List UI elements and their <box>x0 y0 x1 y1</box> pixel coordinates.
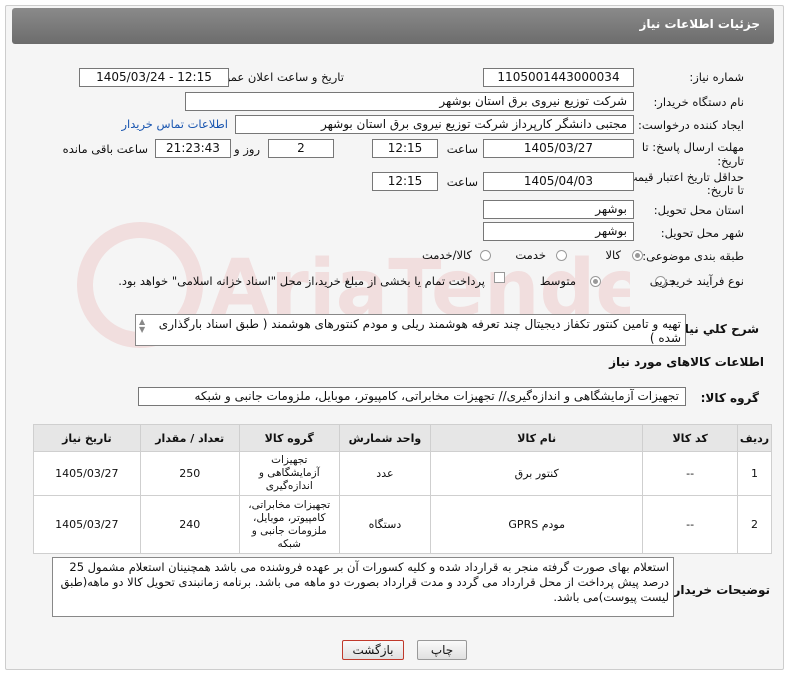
reply-deadline-label: مهلت ارسال پاسخ: تا <box>641 140 744 154</box>
cell-code: -- <box>642 495 738 554</box>
city-label: شهر محل تحویل: <box>660 226 744 240</box>
price-validity-label-2: تا تاریخ: <box>706 183 744 197</box>
cell-row: 1 <box>736 451 773 496</box>
days-label: روز و <box>234 142 260 156</box>
province-label: استان محل تحویل: <box>653 203 744 217</box>
cell-name: مودم GPRS <box>430 495 644 554</box>
goods-section-title: اطلاعات کالاهای مورد نیاز <box>609 355 764 369</box>
reply-time-label: ساعت <box>446 142 478 156</box>
cell-unit: دستگاه <box>338 495 432 554</box>
days-field: 2 <box>268 139 334 158</box>
goods-group-label: گروه کالا: <box>700 391 759 405</box>
cell-row: 2 <box>736 495 773 554</box>
city-field: بوشهر <box>483 222 634 241</box>
col-date: تاریخ نیاز <box>33 424 141 452</box>
cell-date: 1405/03/27 <box>33 495 141 554</box>
col-unit: واحد شمارش <box>338 424 432 452</box>
price-validity-time-field: 12:15 <box>372 172 438 191</box>
print-button[interactable]: چاپ <box>417 640 467 660</box>
scroll-arrows-icon[interactable]: ▲ ▼ <box>139 318 145 334</box>
announce-field: 1405/03/24 - 12:15 <box>79 68 229 87</box>
cell-group: تجهیزات مخابراتی، کامپیوتر، موبایل، ملزو… <box>238 495 340 554</box>
buyer-notes-textarea[interactable]: استعلام بهای صورت گرفته منجر به قرارداد … <box>52 557 674 617</box>
buyer-org-field: شرکت توزیع نیروی برق استان بوشهر <box>185 92 634 111</box>
col-row: ردیف <box>736 424 773 452</box>
cell-group: تجهیزات آزمایشگاهی و اندازه‌گیری <box>238 451 340 496</box>
col-name: نام کالا <box>430 424 644 452</box>
category-label: طبقه بندی موضوعی: <box>642 249 744 263</box>
need-number-label: شماره نیاز: <box>689 70 744 84</box>
need-number-field: 1105001443000034 <box>483 68 634 87</box>
cell-name: کنتور برق <box>430 451 644 496</box>
col-qty: تعداد / مقدار <box>139 424 240 452</box>
category-radio-service[interactable] <box>556 250 567 261</box>
cell-unit: عدد <box>338 451 432 496</box>
page-header: جزئیات اطلاعات نیاز <box>12 8 774 44</box>
creator-label: ایجاد کننده درخواست: <box>638 118 744 132</box>
reply-date-field: 1405/03/27 <box>483 139 634 158</box>
creator-field: مجتبی دانشگر کارپرداز شرکت توزیع نیروی ب… <box>235 115 634 134</box>
description-textarea[interactable]: تهیه و تامین کنتور تکفاز دیجیتال چند تعر… <box>135 314 686 346</box>
back-button[interactable]: بازگشت <box>342 640 404 660</box>
category-radio-goods-service[interactable] <box>480 250 491 261</box>
purchase-radio-medium[interactable] <box>590 276 601 287</box>
table-row: 2 -- مودم GPRS دستگاه تجهیزات مخابراتی، … <box>33 495 773 554</box>
province-field: بوشهر <box>483 200 634 219</box>
goods-group-field: تجهیزات آزمایشگاهی و اندازه‌گیری// تجهیز… <box>138 387 686 406</box>
treasury-payment-checkbox[interactable] <box>494 272 505 283</box>
price-validity-date-field: 1405/04/03 <box>483 172 634 191</box>
table-header-row: ردیف کد کالا نام کالا واحد شمارش گروه کا… <box>33 424 773 452</box>
col-code: کد کالا <box>642 424 738 452</box>
purchase-medium-label: متوسط <box>539 274 576 288</box>
buyer-notes-label: توضیحات خریدار: <box>668 583 770 597</box>
category-goods-service-label: کالا/خدمت <box>421 248 472 262</box>
category-radio-goods[interactable] <box>632 250 643 261</box>
reply-time-field: 12:15 <box>372 139 438 158</box>
treasury-payment-note: پرداخت تمام یا بخشی از مبلغ خرید،از محل … <box>118 274 485 288</box>
col-group: گروه کالا <box>238 424 340 452</box>
goods-table: ردیف کد کالا نام کالا واحد شمارش گروه کا… <box>33 424 773 554</box>
category-service-label: خدمت <box>515 248 546 262</box>
price-validity-time-label: ساعت <box>446 175 478 189</box>
buyer-org-label: نام دستگاه خریدار: <box>653 95 744 109</box>
cell-code: -- <box>642 451 738 496</box>
purchase-minor-label: جزیی <box>649 274 676 288</box>
reply-deadline-label-2: تاریخ: <box>717 154 744 168</box>
table-row: 1 -- کنتور برق عدد تجهیزات آزمایشگاهی و … <box>33 451 773 496</box>
cell-qty: 250 <box>139 451 240 496</box>
price-validity-label: حداقل تاریخ اعتبار قیمت: <box>622 170 744 184</box>
remaining-time-field: 21:23:43 <box>155 139 231 158</box>
category-goods-label: کالا <box>605 248 621 262</box>
buyer-contact-link[interactable]: اطلاعات تماس خریدار <box>121 117 228 131</box>
cell-qty: 240 <box>139 495 240 554</box>
cell-date: 1405/03/27 <box>33 451 141 496</box>
remaining-label: ساعت باقی مانده <box>62 142 148 156</box>
page-title: جزئیات اطلاعات نیاز <box>639 17 760 31</box>
